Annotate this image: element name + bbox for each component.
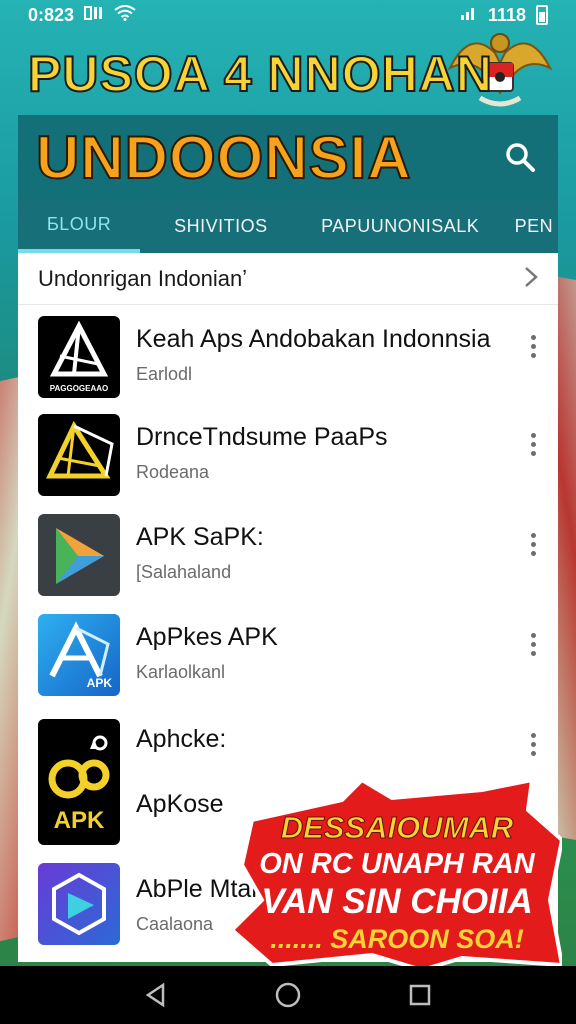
app-bar: UNDOONSIA [18,115,558,199]
app-subtitle: Earlodl [136,364,193,384]
signal-icon [460,5,478,26]
chevron-right-icon [524,264,538,294]
more-options-icon[interactable] [528,533,538,556]
app-title: APK SaPK: [136,523,264,551]
promo-line-4: ....... SAROON SOA! [270,924,524,954]
status-bar: 0:823 1118 [0,0,576,30]
recents-button[interactable] [400,975,440,1015]
promo-line-1: DESSAIOUMAR [280,810,514,846]
black-pyramid-icon: PAGGOGEAAO [38,316,120,398]
purple-cube-icon [38,863,120,945]
more-options-icon[interactable] [528,433,538,456]
app-title: UNDOONSIA [35,123,412,192]
icon-caption: APK [86,676,112,690]
app-title: Aphcke: [136,725,227,753]
tab-pen[interactable]: PEN [499,199,558,253]
battery-icon [536,5,548,25]
list-item[interactable]: APK SaPK: [Salahaland [18,509,558,609]
more-options-icon[interactable] [528,633,538,656]
tab-bar: ƂLOUR SHIVITIOS PAPUUNONISALK PEN [18,199,558,253]
more-options-icon[interactable] [528,733,538,756]
search-icon [506,143,535,172]
list-item[interactable]: PAGGOGEAAO Keah Aps Andobakan Indonnsia … [18,309,558,409]
app-title: DrnceTndsume PaaPs [136,423,388,451]
tab-blour[interactable]: ƂLOUR [18,199,141,253]
list-item[interactable]: APK ApPkes APK Karlaolkanl [18,609,558,709]
home-button[interactable] [268,975,308,1015]
category-title: Undonrigan Indonianʼ [38,265,248,291]
more-options-icon[interactable] [528,335,538,358]
blue-a-icon: APK [38,614,120,696]
list-item[interactable]: DrnceTndsume PaaPs Rodeana [18,409,558,509]
home-circle-icon [275,982,301,1008]
category-header[interactable]: Undonrigan Indonianʼ [18,253,558,305]
status-time: 0:823 [28,4,75,25]
promo-line-2: ON RC UNAPH RAN [259,848,535,880]
apk-yellow-icon: APK [38,719,120,845]
play-triangle-icon [38,514,120,596]
app-subtitle: Rodeana [136,462,210,482]
app-title: Keah Aps Andobakan Indonnsia [136,325,491,353]
wifi-icon [114,4,136,26]
status-right-text: 1118 [487,4,526,25]
recents-square-icon [409,984,431,1006]
promo-line-3: VAN SIN CHOIIA [261,882,533,921]
system-nav-bar [0,966,576,1024]
search-button[interactable] [500,137,540,177]
headline-banner: PUSOA 4 NNOHAN [27,45,493,103]
icon-caption: APK [53,807,105,834]
app-subtitle: [Salahaland [136,562,232,582]
back-button[interactable] [136,975,176,1015]
promo-burst-banner[interactable]: DESSAIOUMAR ON RC UNAPH RAN VAN SIN CHOI… [232,780,562,970]
yellow-pyramid-icon [38,414,120,496]
tab-papuunonisalk[interactable]: PAPUUNONISALK [302,199,499,253]
app-subtitle: Karlaolkanl [136,662,226,682]
back-triangle-icon [145,982,165,1008]
app-subtitle: ApKose [136,790,224,818]
notification-icon [84,5,104,26]
tab-shivitios[interactable]: SHIVITIOS [140,199,302,253]
icon-caption: PAGGOGEAAO [49,384,109,393]
app-title: ApPkes APK [136,623,278,651]
